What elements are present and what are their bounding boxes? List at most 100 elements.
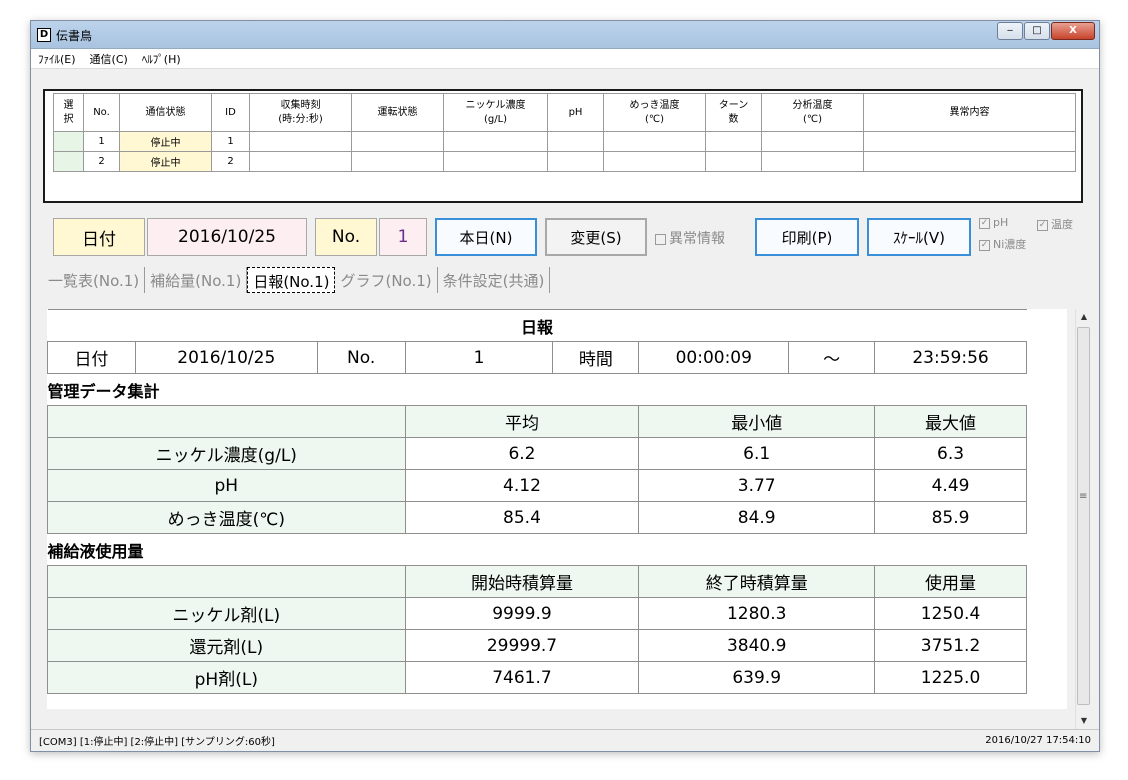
- control-bar: 日付 2016/10/25 No. 1 本日(N) 変更(S) 異常情報 印刷(…: [43, 214, 1089, 260]
- grip-icon: ≡: [1079, 491, 1088, 502]
- status-bar: [COM3] [1:停止中] [2:停止中] [サンプリング:60秒] 2016…: [31, 729, 1099, 751]
- section1-col-headers: 平均 最小値 最大値: [47, 405, 1027, 438]
- col-ph: pH: [547, 93, 604, 132]
- row-label: pH: [47, 469, 406, 502]
- change-button[interactable]: 変更(S): [545, 218, 647, 256]
- report-table: 日報 日付 2016/10/25 No. 1 時間 00:00:09 ～ 23:…: [47, 309, 1027, 694]
- col-plating-temp: めっき温度 (℃): [603, 93, 706, 132]
- report-time-end: 23:59:56: [874, 341, 1027, 374]
- col-id: ID: [211, 93, 250, 132]
- tab-settings[interactable]: 条件設定(共通): [438, 267, 551, 293]
- cell-value: 4.12: [404, 469, 640, 502]
- maximize-button[interactable]: □: [1024, 22, 1050, 40]
- check-icon: ✓: [979, 217, 990, 229]
- cell-value: 4.49: [874, 469, 1027, 502]
- row-comm-status: 停止中: [119, 151, 212, 172]
- check-icon: ✓: [1037, 219, 1048, 231]
- report-no-label: No.: [316, 341, 406, 374]
- app-icon: D: [37, 28, 51, 42]
- cell-value: 1250.4: [874, 597, 1027, 630]
- check-icon: ✓: [979, 239, 990, 251]
- report-sheet: 日報 日付 2016/10/25 No. 1 時間 00:00:09 ～ 23:…: [47, 309, 1067, 709]
- tab-list[interactable]: 一覧表(No.1): [43, 267, 146, 293]
- row-id: 1: [211, 131, 250, 152]
- col-turns: ターン数: [705, 93, 762, 132]
- cell-value: 7461.7: [404, 661, 640, 694]
- tab-daily-report[interactable]: 日報(No.1): [247, 267, 336, 293]
- anomaly-label: 異常情報: [669, 231, 725, 247]
- report-date-label: 日付: [47, 341, 136, 374]
- report-time-label: 時間: [552, 341, 640, 374]
- col-usage: 使用量: [874, 565, 1027, 598]
- table-row: 還元剤(L) 29999.7 3840.9 3751.2: [47, 629, 1027, 662]
- row-label: ニッケル濃度(g/L): [47, 437, 406, 470]
- cell-value: 1225.0: [874, 661, 1027, 694]
- table-row: pH 4.12 3.77 4.49: [47, 469, 1027, 502]
- date-value[interactable]: 2016/10/25: [147, 218, 307, 256]
- row-no: 2: [83, 151, 120, 172]
- row-no: 1: [83, 131, 120, 152]
- section-header: 管理データ集計: [47, 373, 1027, 406]
- status-text: [COM3] [1:停止中] [2:停止中] [サンプリング:60秒]: [39, 737, 275, 748]
- no-value[interactable]: 1: [379, 218, 427, 256]
- col-select: 選択: [53, 93, 84, 132]
- check-ph[interactable]: ✓ pH: [979, 216, 1008, 229]
- title-bar[interactable]: D 伝書鳥 ‒ □ X: [31, 21, 1099, 49]
- row-id: 2: [211, 151, 250, 172]
- col-end-total: 終了時積算量: [638, 565, 876, 598]
- menu-bar: ﾌｧｲﾙ(E) 通信(C) ﾍﾙﾌﾟ(H): [31, 49, 1099, 69]
- col-min: 最小値: [638, 405, 876, 438]
- tab-supply[interactable]: 補給量(No.1): [145, 267, 248, 293]
- menu-comm[interactable]: 通信(C): [83, 51, 135, 67]
- cell-value: 3840.9: [638, 629, 876, 662]
- cell-value: 6.3: [874, 437, 1027, 470]
- report-info-row: 日付 2016/10/25 No. 1 時間 00:00:09 ～ 23:59:…: [47, 341, 1027, 374]
- scroll-up-icon[interactable]: ▲: [1076, 309, 1092, 325]
- menu-help[interactable]: ﾍﾙﾌﾟ(H): [135, 51, 188, 67]
- menu-file[interactable]: ﾌｧｲﾙ(E): [31, 51, 83, 67]
- col-start-total: 開始時積算量: [404, 565, 640, 598]
- vertical-scrollbar[interactable]: ▲ ≡ ▼: [1075, 309, 1091, 729]
- date-label: 日付: [53, 218, 145, 256]
- table-row: pH剤(L) 7461.7 639.9 1225.0: [47, 661, 1027, 694]
- section2-title: 補給液使用量: [47, 533, 1027, 566]
- scroll-thumb[interactable]: [1077, 327, 1090, 705]
- monitor-row[interactable]: 1 停止中 1: [53, 131, 1076, 152]
- col-analysis-temp: 分析温度 (℃): [761, 93, 864, 132]
- scale-button[interactable]: ｽｹｰﾙ(V): [867, 218, 971, 256]
- close-button[interactable]: X: [1051, 22, 1095, 40]
- status-timestamp: 2016/10/27 17:54:10: [985, 735, 1091, 746]
- print-button[interactable]: 印刷(P): [755, 218, 859, 256]
- window-title: 伝書鳥: [56, 29, 93, 43]
- row-select-cell[interactable]: [53, 151, 84, 172]
- cell-value: 6.1: [638, 437, 876, 470]
- report-time-sep: ～: [788, 341, 876, 374]
- monitor-header-row: 選択 No. 通信状態 ID 収集時刻 (時:分:秒) 運転状態 ニッケル濃度 (g…: [53, 93, 1076, 132]
- check-temp[interactable]: ✓ 温度: [1037, 216, 1073, 232]
- cell-value: 3.77: [638, 469, 876, 502]
- scroll-down-icon[interactable]: ▼: [1076, 713, 1092, 729]
- cell-value: 1280.3: [638, 597, 876, 630]
- section2-col-headers: 開始時積算量 終了時積算量 使用量: [47, 565, 1027, 598]
- table-row: ニッケル濃度(g/L) 6.2 6.1 6.3: [47, 437, 1027, 470]
- row-label: 還元剤(L): [47, 629, 406, 662]
- minimize-button[interactable]: ‒: [997, 22, 1023, 40]
- no-label: No.: [315, 218, 377, 256]
- report-date-value: 2016/10/25: [134, 341, 318, 374]
- monitor-row[interactable]: 2 停止中 2: [53, 151, 1076, 172]
- col-average: 平均: [404, 405, 640, 438]
- section-header: 補給液使用量: [47, 533, 1027, 566]
- cell-value: 85.4: [404, 501, 640, 534]
- section1-title: 管理データ集計: [47, 373, 1027, 406]
- tab-strip: 一覧表(No.1) 補給量(No.1) 日報(No.1) グラフ(No.1) 条…: [43, 267, 551, 293]
- check-ni[interactable]: ✓ Ni濃度: [979, 236, 1026, 252]
- today-button[interactable]: 本日(N): [435, 218, 537, 256]
- anomaly-checkbox[interactable]: 異常情報: [655, 228, 725, 248]
- row-label: pH剤(L): [47, 661, 406, 694]
- app-window: D 伝書鳥 ‒ □ X ﾌｧｲﾙ(E) 通信(C) ﾍﾙﾌﾟ(H) 選択 No.…: [30, 20, 1100, 752]
- col-no: No.: [83, 93, 120, 132]
- checkbox-icon: [655, 233, 666, 245]
- tab-graph[interactable]: グラフ(No.1): [335, 267, 438, 293]
- row-label: ニッケル剤(L): [47, 597, 406, 630]
- row-select-cell[interactable]: [53, 131, 84, 152]
